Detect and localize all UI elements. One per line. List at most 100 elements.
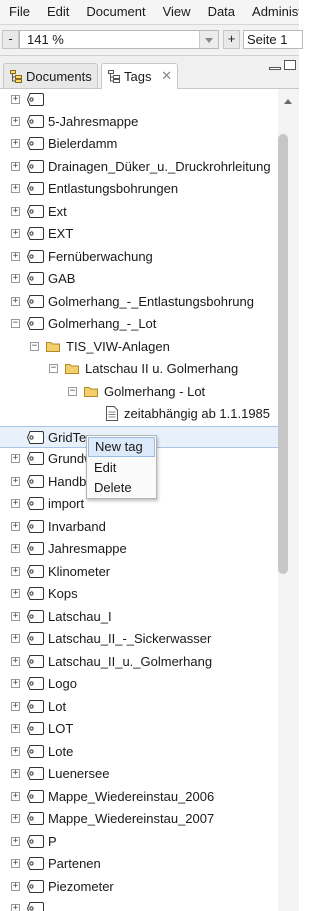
zoom-in-button[interactable]: + — [223, 30, 240, 49]
tree-row[interactable]: + Golmerhang_-_Entlastungsbohrung — [0, 291, 278, 313]
expand-icon[interactable]: + — [11, 567, 20, 576]
menu-item-new-tag[interactable]: New tag — [88, 437, 155, 457]
page-field[interactable]: Seite 1 — [243, 30, 303, 49]
zoom-select[interactable]: 141 % — [19, 30, 219, 49]
menu-document[interactable]: Document — [77, 0, 153, 24]
expand-icon[interactable]: + — [11, 612, 20, 621]
tree-row[interactable]: + Jahresmappe — [0, 538, 278, 560]
tree-row[interactable]: + P — [0, 831, 278, 853]
tab-tags[interactable]: Tags ✕ — [101, 63, 178, 89]
expand-icon[interactable]: + — [11, 859, 20, 868]
menu-item-edit[interactable]: Edit — [88, 458, 155, 478]
tree-row[interactable]: + LOT — [0, 718, 278, 740]
expand-icon[interactable]: + — [11, 814, 20, 823]
tree-row[interactable]: − TIS_VIW-Anlagen — [0, 336, 278, 358]
expand-icon[interactable]: + — [11, 904, 20, 911]
tree-row[interactable]: + Lot — [0, 696, 278, 718]
expand-icon[interactable]: + — [11, 229, 20, 238]
tree-row[interactable]: + Entlastungsbohrungen — [0, 178, 278, 200]
tag-icon — [27, 431, 44, 444]
collapse-icon[interactable]: − — [30, 342, 39, 351]
expand-icon[interactable]: + — [11, 679, 20, 688]
expand-icon[interactable]: + — [11, 162, 20, 171]
tab-documents-label: Documents — [26, 68, 92, 84]
expand-icon[interactable]: + — [11, 792, 20, 801]
tree-row[interactable]: + Kops — [0, 583, 278, 605]
menu-item-delete[interactable]: Delete — [88, 478, 155, 498]
expand-icon[interactable]: + — [11, 117, 20, 126]
expand-icon[interactable]: + — [11, 454, 20, 463]
tree-row[interactable]: − Latschau II u. Golmerhang — [0, 358, 278, 380]
expand-icon[interactable]: + — [11, 499, 20, 508]
menu-administration[interactable]: Administ — [243, 0, 299, 24]
close-icon[interactable]: ✕ — [161, 68, 172, 84]
expand-icon[interactable]: + — [11, 747, 20, 756]
expand-icon[interactable]: + — [11, 139, 20, 148]
expand-icon[interactable]: + — [11, 522, 20, 531]
tree-row[interactable]: + Ext — [0, 201, 278, 223]
toolbar: - 141 % + Seite 1 — [0, 25, 303, 56]
expand-icon[interactable]: + — [11, 544, 20, 553]
tree-row[interactable]: + Lote — [0, 741, 278, 763]
expand-icon[interactable]: + — [11, 477, 20, 486]
tree-row-label: import — [48, 496, 85, 511]
minimize-icon[interactable] — [269, 67, 281, 70]
collapse-icon[interactable]: − — [49, 364, 58, 373]
expand-icon[interactable]: + — [11, 207, 20, 216]
expand-icon[interactable]: + — [11, 882, 20, 891]
expand-icon[interactable]: + — [11, 837, 20, 846]
expand-icon[interactable]: + — [11, 252, 20, 261]
tree-row[interactable]: − Golmerhang - Lot — [0, 381, 278, 403]
collapse-icon[interactable]: − — [11, 319, 20, 328]
tree-row[interactable]: + 5-Jahresmappe — [0, 111, 278, 133]
tree-row-label: Luenersee — [48, 766, 110, 781]
tree-row[interactable]: + Latschau_I — [0, 606, 278, 628]
expand-icon[interactable]: + — [11, 95, 20, 104]
expand-icon[interactable]: + — [11, 634, 20, 643]
tree-row[interactable]: + Logo — [0, 673, 278, 695]
tree-row[interactable]: + EXT — [0, 223, 278, 245]
expand-icon[interactable]: + — [11, 297, 20, 306]
scroll-thumb[interactable] — [278, 134, 288, 574]
tree-row[interactable]: + Invarband — [0, 516, 278, 538]
menu-file[interactable]: File — [0, 0, 38, 24]
tree-row[interactable]: + Mappe_Wiedereinstau_2006 — [0, 786, 278, 808]
tree-row[interactable]: + Fernüberwachung — [0, 246, 278, 268]
tab-documents[interactable]: Documents — [3, 63, 98, 88]
tree-row-label: Lote — [48, 744, 74, 759]
collapse-icon[interactable]: − — [68, 387, 77, 396]
chevron-down-icon[interactable] — [199, 31, 218, 48]
expand-icon[interactable]: + — [11, 589, 20, 598]
expand-icon[interactable]: + — [11, 702, 20, 711]
maximize-icon[interactable] — [284, 60, 296, 70]
tree-row[interactable]: + — [0, 89, 278, 111]
tree-row[interactable]: + Bielerdamm — [0, 133, 278, 155]
scroll-up-arrow-icon[interactable] — [284, 99, 292, 104]
tree-row[interactable]: + Mappe_Wiedereinstau_2007 — [0, 808, 278, 830]
expand-icon[interactable]: + — [11, 274, 20, 283]
tree-row[interactable]: + GAB — [0, 268, 278, 290]
tree-row[interactable]: + Drainagen_Düker_u._Druckrohrleitung — [0, 156, 278, 178]
tag-icon — [27, 880, 44, 893]
panel-tabs: Documents Tags ✕ — [0, 56, 299, 89]
expand-icon[interactable]: + — [11, 184, 20, 193]
tree-row[interactable]: zeitabhängig ab 1.1.1985 — [0, 403, 278, 425]
tree-row[interactable]: − Golmerhang_-_Lot — [0, 313, 278, 335]
zoom-out-button[interactable]: - — [2, 30, 19, 49]
tree-row[interactable]: + Latschau_II_u._Golmerhang — [0, 651, 278, 673]
tree-row[interactable]: + Piezometer — [0, 876, 278, 898]
tree-row[interactable]: + Luenersee — [0, 763, 278, 785]
expand-icon[interactable]: + — [11, 724, 20, 733]
menu-view[interactable]: View — [154, 0, 199, 24]
tree-row-label: Golmerhang_-_Lot — [48, 316, 157, 331]
tree-row[interactable]: + Klinometer — [0, 561, 278, 583]
expand-icon[interactable]: + — [11, 657, 20, 666]
tag-icon — [27, 520, 44, 533]
menu-edit[interactable]: Edit — [38, 0, 77, 24]
menu-data[interactable]: Data — [199, 0, 243, 24]
tree-row[interactable]: + Partenen — [0, 853, 278, 875]
expand-icon[interactable]: + — [11, 769, 20, 778]
tree-row-partial[interactable]: + — [0, 898, 278, 911]
vertical-scrollbar[interactable] — [278, 89, 299, 911]
tree-row[interactable]: + Latschau_II_-_Sickerwasser — [0, 628, 278, 650]
